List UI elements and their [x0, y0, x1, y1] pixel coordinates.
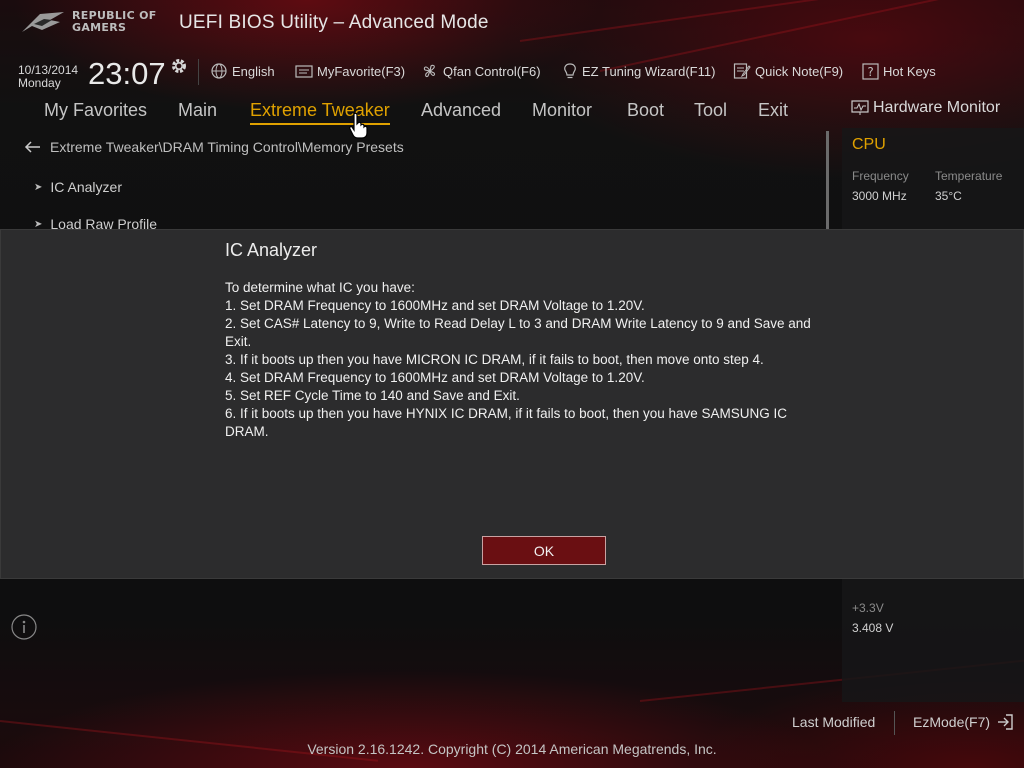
language-button[interactable]: English	[210, 62, 275, 80]
favorite-folder-icon	[295, 65, 313, 78]
quick-note-button[interactable]: Quick Note(F9)	[733, 62, 843, 80]
hardware-monitor-title: Hardware Monitor	[851, 99, 1000, 117]
rog-eye-icon	[22, 12, 64, 32]
list-item-ic-analyzer[interactable]: ➤ IC Analyzer	[34, 179, 122, 195]
svg-text:?: ?	[867, 65, 873, 79]
dialog-line: To determine what IC you have:	[225, 280, 415, 295]
weekday: Monday	[18, 76, 61, 90]
logo-line-2: GAMERS	[72, 21, 127, 34]
v33-value: 3.408 V	[852, 621, 894, 635]
dialog-title: IC Analyzer	[225, 240, 318, 260]
dialog-line: 6. If it boots up then you have HYNIX IC…	[225, 406, 788, 439]
cpu-section-title: CPU	[852, 136, 886, 153]
language-label: English	[232, 63, 275, 79]
ezmode-button[interactable]: EzMode(F7)	[913, 714, 1014, 730]
temperature-label: Temperature	[935, 169, 1003, 183]
app-title: UEFI BIOS Utility – Advanced Mode	[179, 12, 489, 33]
dialog-line: 1. Set DRAM Frequency to 1600MHz and set…	[225, 298, 645, 313]
hot-keys-button[interactable]: ? Hot Keys	[862, 62, 936, 80]
help-icon: ?	[862, 62, 879, 80]
dialog-line: 4. Set DRAM Frequency to 1600MHz and set…	[225, 370, 645, 385]
ok-button[interactable]: OK	[482, 536, 606, 565]
ez-tuning-label: EZ Tuning Wizard(F11)	[582, 63, 716, 79]
tab-advanced[interactable]: Advanced	[421, 100, 501, 121]
v33-label: +3.3V	[852, 601, 884, 615]
hot-keys-label: Hot Keys	[883, 63, 936, 79]
temperature-value: 35°C	[935, 189, 962, 203]
scrollbar[interactable]	[826, 131, 829, 229]
breadcrumb: Extreme Tweaker\DRAM Timing Control\Memo…	[24, 139, 404, 155]
list-item-label: IC Analyzer	[50, 179, 122, 195]
tab-main[interactable]: Main	[178, 100, 217, 121]
hardware-monitor-label: Hardware Monitor	[873, 99, 1001, 116]
qfan-control-button[interactable]: Qfan Control(F6)	[421, 62, 541, 80]
date-display: 10/13/2014 Monday	[18, 64, 78, 90]
back-arrow-icon[interactable]	[24, 141, 41, 153]
ezmode-label: EzMode(F7)	[913, 714, 991, 730]
breadcrumb-path: Extreme Tweaker\DRAM Timing Control\Memo…	[50, 139, 404, 155]
tab-monitor[interactable]: Monitor	[532, 100, 592, 121]
gear-icon[interactable]	[170, 57, 188, 75]
last-modified-button[interactable]: Last Modified	[792, 714, 875, 730]
dialog-line: 2. Set CAS# Latency to 9, Write to Read …	[225, 316, 811, 349]
fan-icon	[423, 64, 436, 78]
frequency-value: 3000 MHz	[852, 189, 907, 203]
divider	[198, 59, 199, 85]
dialog-line: 5. Set REF Cycle Time to 140 and Save an…	[225, 388, 520, 403]
dialog-body: To determine what IC you have: 1. Set DR…	[225, 279, 825, 441]
lightbulb-icon	[564, 63, 576, 79]
tab-exit[interactable]: Exit	[758, 100, 788, 121]
clock: 23:07	[88, 56, 166, 91]
myfavorite-button[interactable]: MyFavorite(F3)	[295, 62, 405, 80]
tab-my-favorites[interactable]: My Favorites	[44, 100, 147, 121]
myfavorite-label: MyFavorite(F3)	[317, 63, 406, 79]
footer-divider	[894, 711, 895, 735]
tab-boot[interactable]: Boot	[627, 100, 664, 121]
chevron-right-icon: ➤	[34, 181, 43, 193]
dialog-line: 3. If it boots up then you have MICRON I…	[225, 352, 764, 367]
rog-logo: REPUBLIC OF GAMERS	[20, 8, 170, 40]
frequency-label: Frequency	[852, 169, 909, 183]
info-icon	[11, 614, 37, 640]
quick-note-label: Quick Note(F9)	[755, 63, 844, 79]
hand-cursor-icon	[347, 112, 371, 140]
version-text: Version 2.16.1242. Copyright (C) 2014 Am…	[307, 741, 717, 757]
globe-icon	[211, 63, 227, 79]
tab-tool[interactable]: Tool	[694, 100, 727, 121]
note-icon	[733, 63, 751, 79]
qfan-label: Qfan Control(F6)	[443, 63, 541, 79]
chevron-right-icon: ➤	[34, 218, 43, 230]
monitor-icon	[851, 100, 869, 115]
ez-tuning-wizard-button[interactable]: EZ Tuning Wizard(F11)	[562, 62, 715, 80]
exit-arrow-icon	[998, 714, 1013, 730]
